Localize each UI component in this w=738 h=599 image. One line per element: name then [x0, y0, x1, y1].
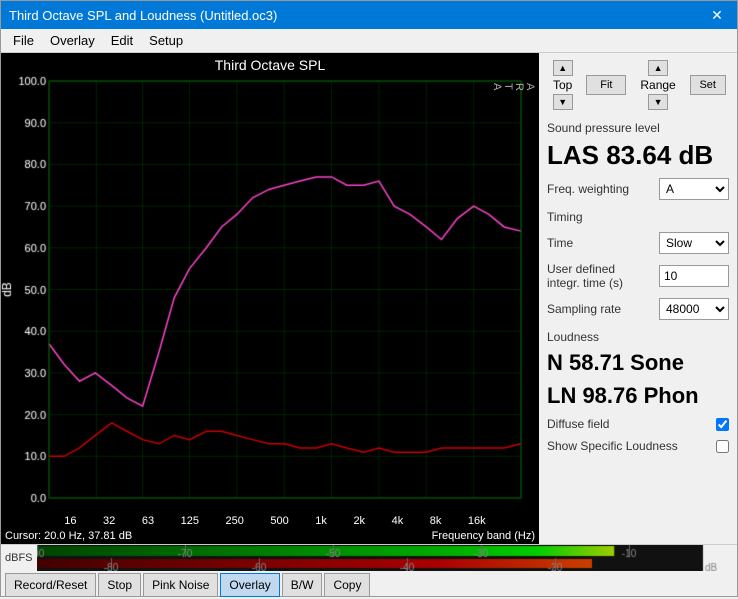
x-label-63: 63 — [142, 515, 154, 527]
top-down-btn[interactable]: ▼ — [553, 94, 573, 110]
chart-cursor-info: Cursor: 20.0 Hz, 37.81 dB Frequency band… — [1, 528, 539, 544]
bw-btn[interactable]: B/W — [282, 573, 323, 597]
fit-nav-group: Fit — [586, 59, 626, 111]
range-down-btn[interactable]: ▼ — [648, 94, 668, 110]
pink-noise-btn[interactable]: Pink Noise — [143, 573, 218, 597]
cursor-info: Cursor: 20.0 Hz, 37.81 dB — [5, 530, 132, 542]
window-title: Third Octave SPL and Loudness (Untitled.… — [9, 8, 277, 23]
x-label-32: 32 — [103, 515, 115, 527]
buttons-row: Record/Reset Stop Pink Noise Overlay B/W… — [1, 571, 737, 599]
stop-btn[interactable]: Stop — [98, 573, 141, 597]
show-specific-checkbox[interactable] — [716, 440, 729, 453]
menu-edit[interactable]: Edit — [103, 31, 141, 50]
time-row: Time Slow Fast — [547, 232, 729, 254]
spl-value: LAS 83.64 dB — [547, 141, 729, 170]
loudness-section-label: Loudness — [547, 330, 729, 344]
x-label-16k: 16k — [468, 515, 486, 527]
title-bar: Third Octave SPL and Loudness (Untitled.… — [1, 1, 737, 29]
user-integr-input[interactable] — [659, 265, 729, 287]
nav-row: ▲ Top ▼ Fit ▲ Range ▼ Set — [547, 59, 729, 111]
chart-canvas — [1, 75, 539, 514]
sampling-rate-row: Sampling rate 48000 44100 96000 — [547, 298, 729, 320]
x-label-500: 500 — [270, 515, 288, 527]
copy-btn[interactable]: Copy — [324, 573, 370, 597]
record-reset-btn[interactable]: Record/Reset — [5, 573, 96, 597]
chart-x-labels: 16 32 63 125 250 500 1k 2k 4k 8k 16k — [1, 514, 539, 528]
freq-weighting-select[interactable]: A C Z — [659, 178, 729, 200]
right-panel: ▲ Top ▼ Fit ▲ Range ▼ Set — [539, 53, 737, 544]
chart-inner: ARTA — [1, 75, 539, 514]
range-up-btn[interactable]: ▲ — [648, 60, 668, 76]
freq-band-label: Frequency band (Hz) — [432, 530, 535, 542]
x-label-125: 125 — [181, 515, 199, 527]
diffuse-field-checkbox[interactable] — [716, 418, 729, 431]
x-label-16: 16 — [64, 515, 76, 527]
chart-title: Third Octave SPL — [1, 53, 539, 75]
menu-bar: File Overlay Edit Setup — [1, 29, 737, 53]
meter-container — [37, 545, 733, 571]
menu-overlay[interactable]: Overlay — [42, 31, 103, 50]
freq-weighting-row: Freq. weighting A C Z — [547, 178, 729, 200]
dbfs-label: dBFS — [5, 552, 33, 564]
top-nav-group: ▲ Top ▼ — [547, 60, 578, 110]
x-label-2k: 2k — [353, 515, 365, 527]
show-specific-label: Show Specific Loudness — [547, 439, 678, 453]
time-select[interactable]: Slow Fast — [659, 232, 729, 254]
spl-section-label: Sound pressure level — [547, 121, 729, 135]
set-btn[interactable]: Set — [690, 75, 726, 95]
x-label-250: 250 — [226, 515, 244, 527]
x-label-1k: 1k — [315, 515, 327, 527]
menu-setup[interactable]: Setup — [141, 31, 191, 50]
bottom-bar: dBFS Record/Reset Stop Pink Noise Overla… — [1, 544, 737, 596]
top-up-btn[interactable]: ▲ — [553, 60, 573, 76]
timing-section-label: Timing — [547, 210, 729, 224]
chart-area: Third Octave SPL ARTA 16 32 63 125 250 5… — [1, 53, 539, 544]
loudness-ln-value: LN 98.76 Phon — [547, 383, 729, 409]
dbfs-row: dBFS — [1, 545, 737, 571]
user-integr-row: User defined integr. time (s) — [547, 262, 729, 291]
time-label: Time — [547, 236, 573, 250]
arta-label: ARTA — [491, 83, 535, 91]
main-content: Third Octave SPL ARTA 16 32 63 125 250 5… — [1, 53, 737, 544]
top-label: Top — [547, 76, 578, 94]
x-label-4k: 4k — [392, 515, 404, 527]
meter-canvas — [37, 545, 733, 571]
diffuse-field-label: Diffuse field — [547, 417, 609, 431]
overlay-btn[interactable]: Overlay — [220, 573, 279, 597]
range-nav-group: ▲ Range ▼ — [634, 60, 681, 110]
main-window: Third Octave SPL and Loudness (Untitled.… — [0, 0, 738, 597]
diffuse-field-row: Diffuse field — [547, 417, 729, 431]
sampling-rate-select[interactable]: 48000 44100 96000 — [659, 298, 729, 320]
fit-btn[interactable]: Fit — [586, 75, 626, 95]
user-integr-label: User defined integr. time (s) — [547, 262, 637, 291]
sampling-rate-label: Sampling rate — [547, 302, 621, 316]
menu-file[interactable]: File — [5, 31, 42, 50]
set-nav-group: Set — [690, 59, 726, 111]
freq-weighting-label: Freq. weighting — [547, 182, 629, 196]
close-button[interactable]: ✕ — [705, 5, 729, 25]
show-specific-row: Show Specific Loudness — [547, 439, 729, 453]
loudness-n-value: N 58.71 Sone — [547, 350, 729, 376]
range-label: Range — [634, 76, 681, 94]
x-label-8k: 8k — [430, 515, 442, 527]
